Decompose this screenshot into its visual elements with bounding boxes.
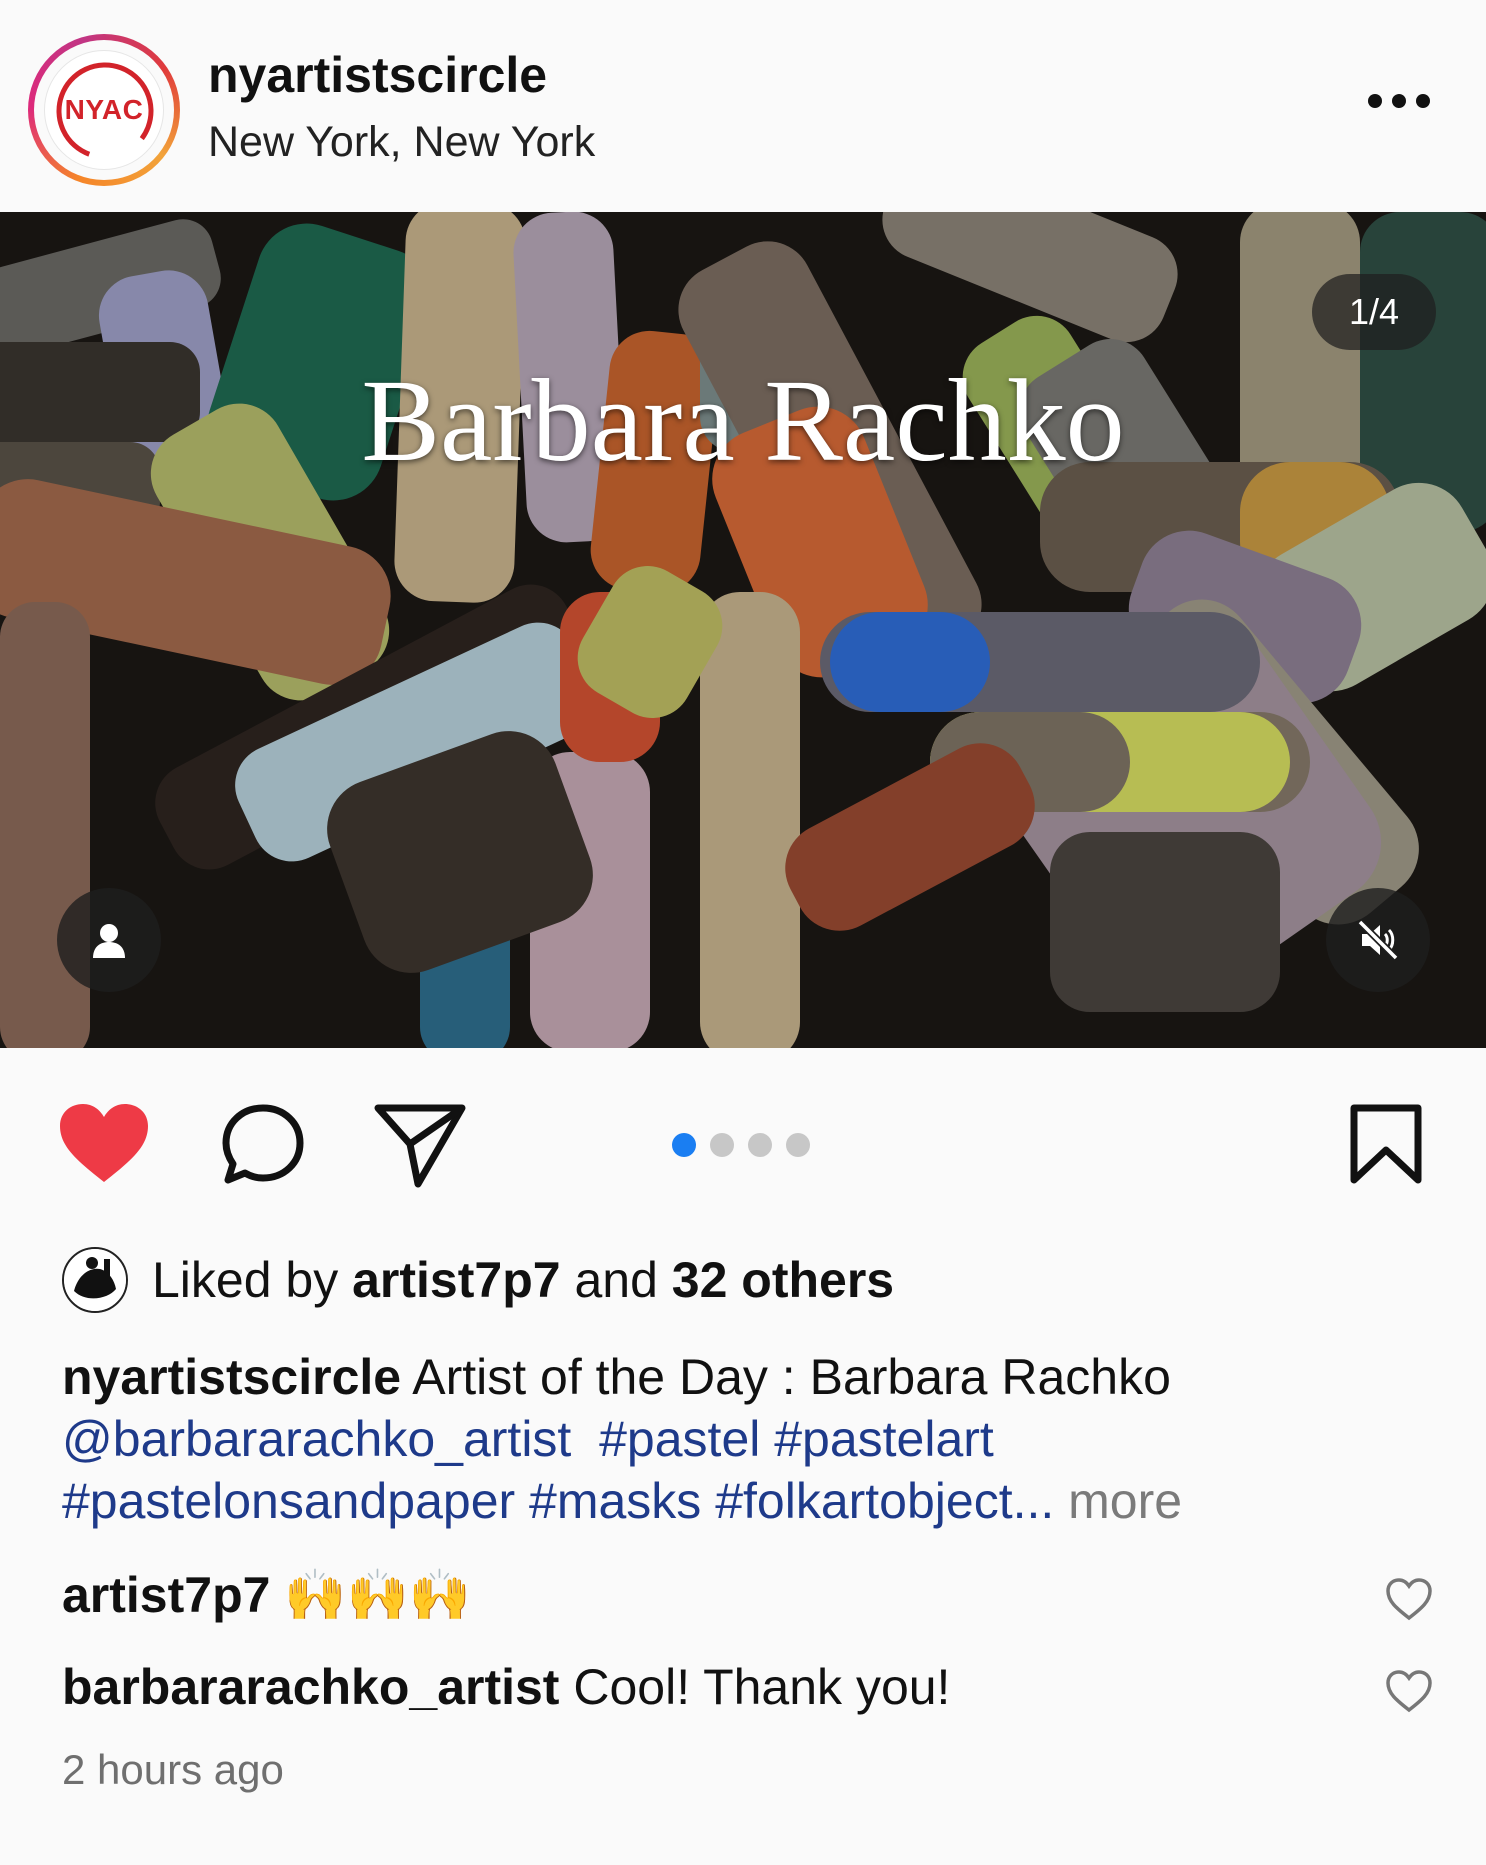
pastels-image (0, 212, 1486, 1048)
post-media[interactable]: 1/4 (0, 212, 1486, 1048)
likes-summary[interactable]: Liked by artist7p7 and 32 others (62, 1245, 894, 1315)
like-button[interactable] (56, 1100, 152, 1191)
share-button[interactable] (372, 1100, 468, 1195)
liker-username[interactable]: artist7p7 (352, 1252, 560, 1308)
pagination-dot (748, 1133, 772, 1157)
speaker-muted-icon (1357, 919, 1399, 961)
post-timestamp: 2 hours ago (62, 1746, 284, 1793)
likes-count[interactable]: 32 others (672, 1252, 894, 1308)
comment-bubble-icon (222, 1104, 304, 1184)
pagination-dot (786, 1133, 810, 1157)
media-overlay-title: Barbara Rachko (361, 355, 1125, 486)
post-username[interactable]: nyartistscircle (208, 46, 547, 104)
nyac-logo: NYAC (44, 50, 164, 170)
post-caption: nyartistscircle Artist of the Day : Barb… (62, 1346, 1402, 1532)
comment-username[interactable]: barbararachko_artist (62, 1659, 559, 1715)
more-options-icon[interactable] (1368, 94, 1430, 110)
bookmark-icon (1350, 1104, 1422, 1184)
caption-text: Artist of the Day : Barbara Rachko (401, 1349, 1171, 1405)
comment-row: artist7p7 🙌🙌🙌 (62, 1566, 471, 1625)
caption-hashtags-1[interactable]: #pastel #pastelart (599, 1411, 994, 1467)
comment-username[interactable]: artist7p7 (62, 1567, 270, 1623)
caption-mention[interactable]: @barbararachko_artist (62, 1411, 571, 1467)
caption-more-link[interactable]: more (1054, 1473, 1182, 1529)
pagination-dot-active (672, 1133, 696, 1157)
post-header: NYAC nyartistscircle New York, New York (0, 0, 1486, 212)
comment-row: barbararachko_artist Cool! Thank you! (62, 1658, 950, 1716)
mute-button[interactable] (1326, 888, 1430, 992)
media-counter-badge: 1/4 (1312, 274, 1436, 350)
likes-text: Liked by artist7p7 and 32 others (152, 1252, 895, 1308)
tagged-people-button[interactable] (57, 888, 161, 992)
liker-avatar[interactable] (62, 1247, 128, 1313)
comment-button[interactable] (218, 1100, 308, 1195)
profile-avatar[interactable]: NYAC (28, 34, 180, 186)
comment-text: 🙌🙌🙌 (284, 1567, 472, 1623)
pagination-dot (710, 1133, 734, 1157)
paper-plane-icon (374, 1104, 466, 1188)
heart-filled-icon (60, 1104, 148, 1182)
post-location[interactable]: New York, New York (208, 118, 595, 167)
person-icon (93, 924, 125, 958)
save-button[interactable] (1348, 1102, 1424, 1191)
carousel-pagination (672, 1133, 810, 1157)
comment-text: Cool! Thank you! (573, 1659, 951, 1715)
comment-like-heart-icon[interactable] (1384, 1576, 1434, 1622)
caption-hashtags-2[interactable]: #pastelonsandpaper #masks #folkartobject… (62, 1473, 1054, 1529)
caption-username[interactable]: nyartistscircle (62, 1349, 401, 1405)
comment-like-heart-icon[interactable] (1384, 1668, 1434, 1714)
